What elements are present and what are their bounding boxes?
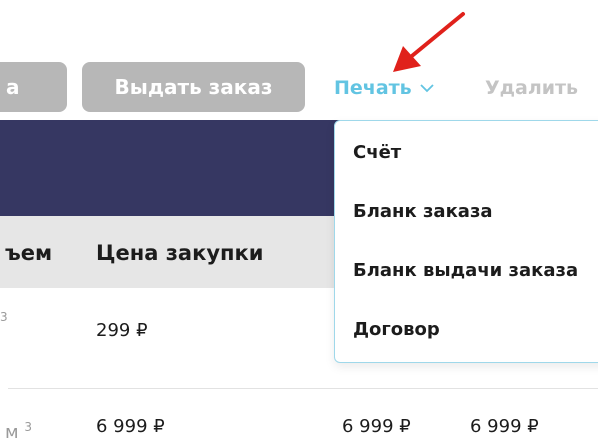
menu-item-contract[interactable]: Договор	[353, 316, 440, 344]
column-header-purchase-price[interactable]: Цена закупки	[96, 238, 264, 268]
table-row-divider	[8, 388, 598, 389]
table-row-2-purchase-price: 6 999 ₽	[96, 416, 165, 437]
menu-item-order-release-form[interactable]: Бланк выдачи заказа	[353, 257, 578, 285]
column-header-volume[interactable]: ъем	[5, 238, 52, 268]
red-arrow-icon	[393, 12, 465, 72]
table-row-2-price-3: 6 999 ₽	[342, 416, 411, 437]
partial-action-button[interactable]: а	[0, 62, 67, 112]
table-row-2-volume: м 3	[5, 420, 32, 443]
partial-action-label: а	[6, 75, 20, 99]
issue-order-button[interactable]: Выдать заказ	[82, 62, 305, 112]
menu-item-order-form[interactable]: Бланк заказа	[353, 198, 493, 226]
delete-label: Удалить	[485, 77, 579, 99]
issue-order-label: Выдать заказ	[114, 75, 273, 99]
table-row-2-price-4: 6 999 ₽	[470, 416, 539, 437]
chevron-down-icon	[420, 84, 434, 93]
delete-button[interactable]: Удалить	[485, 73, 578, 103]
table-row-1-purchase-price: 299 ₽	[96, 320, 148, 341]
print-dropdown-menu: Счёт Бланк заказа Бланк выдачи заказа До…	[334, 120, 598, 363]
menu-item-invoice[interactable]: Счёт	[353, 139, 401, 167]
table-row-1-volume: 3	[0, 310, 8, 324]
